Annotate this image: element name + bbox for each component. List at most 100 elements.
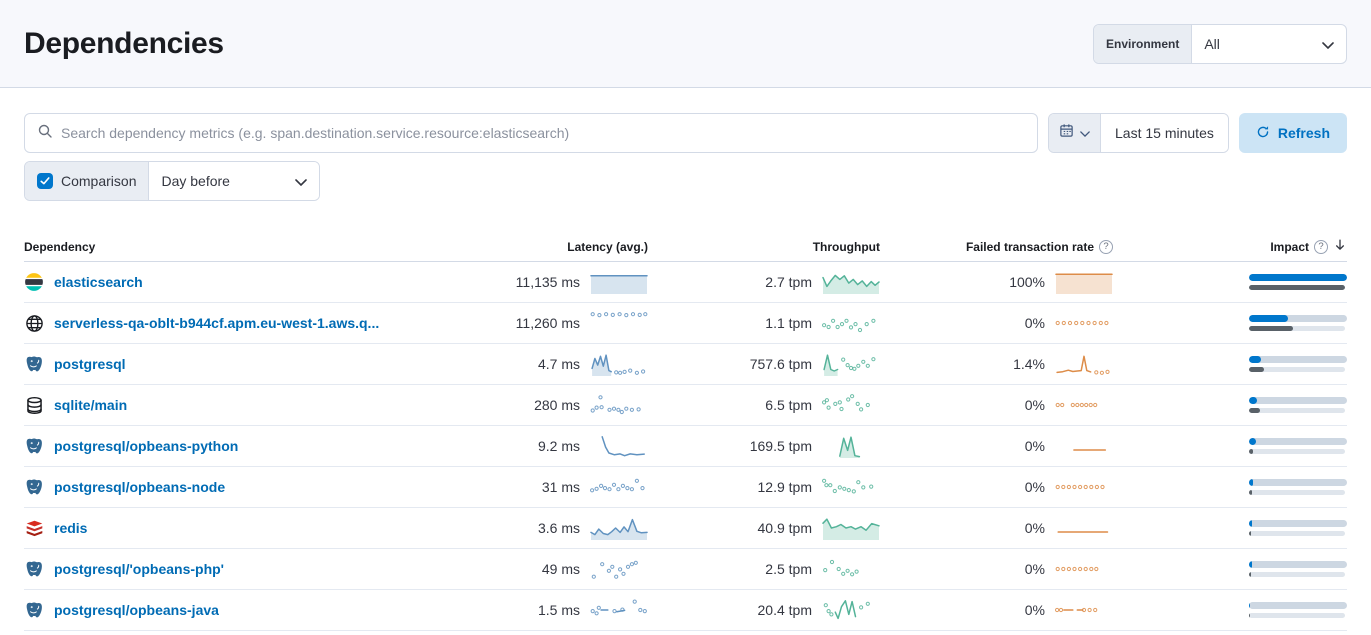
failed-rate-value: 0% [1025,397,1045,413]
search-input[interactable] [61,125,1025,141]
environment-filter-label: Environment [1094,25,1192,63]
impact-bar-current-fill [1249,602,1250,609]
failed-rate-sparkline [1055,310,1113,336]
time-range-value[interactable]: Last 15 minutes [1101,114,1228,152]
latency-cell: 4.7 ms [478,351,648,377]
failed-rate-value: 0% [1025,315,1045,331]
dependency-link[interactable]: postgresql [54,356,126,372]
impact-bar-current [1249,479,1347,486]
latency-sparkline [590,310,648,336]
throughput-value: 6.5 tpm [765,397,812,413]
comparison-selected-value: Day before [161,173,229,189]
impact-bars [1249,438,1347,454]
latency-cell: 31 ms [478,474,648,500]
dependency-cell: postgresql/opbeans-node [24,477,478,497]
time-quick-select[interactable] [1049,114,1101,152]
impact-bars [1249,274,1347,290]
refresh-label: Refresh [1278,125,1330,141]
impact-bar-current-fill [1249,479,1253,486]
failed-rate-cell: 0% [880,597,1113,623]
failed-rate-sparkline [1055,392,1113,418]
impact-bars [1249,479,1347,495]
failed-rate-value: 0% [1025,561,1045,577]
table-row: postgresql/opbeans-java 1.5 ms 20.4 tpm … [24,590,1347,631]
throughput-cell: 1.1 tpm [648,310,880,336]
environment-select[interactable]: All [1192,25,1346,63]
dependency-cell: postgresql/opbeans-java [24,600,478,620]
impact-cell [1113,520,1347,536]
impact-cell [1113,315,1347,331]
throughput-sparkline [822,269,880,295]
impact-bars [1249,315,1347,331]
impact-bar-current [1249,397,1347,404]
impact-bar-previous-fill [1249,367,1264,372]
elasticsearch-icon [24,272,44,292]
throughput-cell: 40.9 tpm [648,515,880,541]
failed-rate-cell: 0% [880,515,1113,541]
dependency-cell: postgresql [24,354,478,374]
throughput-cell: 2.5 tpm [648,556,880,582]
throughput-cell: 757.6 tpm [648,351,880,377]
impact-bar-current [1249,356,1347,363]
throughput-sparkline [822,392,880,418]
comparison-row: Comparison Day before [0,153,1371,201]
failed-rate-value: 0% [1025,602,1045,618]
refresh-icon [1256,125,1270,142]
latency-sparkline [590,351,648,377]
failed-rate-value: 0% [1025,479,1045,495]
column-header-impact[interactable]: Impact [1113,238,1347,255]
dependency-cell: postgresql/opbeans-python [24,436,478,456]
dependency-link[interactable]: postgresql/opbeans-python [54,438,238,454]
calendar-icon [1059,123,1074,143]
dependency-link[interactable]: postgresql/opbeans-java [54,602,219,618]
comparison-prefix: Comparison [25,162,149,200]
comparison-select[interactable]: Day before [149,162,319,200]
toolbar: Last 15 minutes Refresh [0,88,1371,153]
dependency-cell: serverless-qa-oblt-b944cf.apm.eu-west-1.… [24,313,478,333]
failed-rate-value: 0% [1025,520,1045,536]
dependency-link[interactable]: elasticsearch [54,274,143,290]
question-in-circle-icon [1099,240,1113,254]
throughput-sparkline [822,310,880,336]
impact-cell [1113,274,1347,290]
latency-sparkline [590,392,648,418]
impact-cell [1113,479,1347,495]
latency-value: 1.5 ms [538,602,580,618]
table-row: postgresql/opbeans-node 31 ms 12.9 tpm 0… [24,467,1347,508]
failed-rate-value: 1.4% [1013,356,1045,372]
latency-value: 31 ms [542,479,580,495]
impact-bar-current-fill [1249,315,1288,322]
latency-value: 11,135 ms [516,274,580,290]
failed-rate-cell: 100% [880,269,1113,295]
refresh-button[interactable]: Refresh [1239,113,1347,153]
dependencies-table: Dependency Latency (avg.) Throughput Fai… [0,232,1371,631]
impact-cell [1113,602,1347,618]
column-header-latency[interactable]: Latency (avg.) [478,240,648,254]
comparison-checkbox[interactable] [37,173,53,189]
column-header-failed-rate[interactable]: Failed transaction rate [880,240,1113,254]
dependency-link[interactable]: sqlite/main [54,397,127,413]
impact-bar-current [1249,315,1347,322]
failed-rate-sparkline [1055,556,1113,582]
latency-cell: 3.6 ms [478,515,648,541]
latency-cell: 9.2 ms [478,433,648,459]
latency-value: 9.2 ms [538,438,580,454]
dependency-link[interactable]: serverless-qa-oblt-b944cf.apm.eu-west-1.… [54,315,379,331]
impact-bar-previous [1249,572,1345,577]
failed-rate-value: 0% [1025,438,1045,454]
table-row: elasticsearch 11,135 ms 2.7 tpm 100% [24,262,1347,303]
dependency-link[interactable]: postgresql/opbeans-node [54,479,225,495]
impact-bar-previous-fill [1249,449,1253,454]
dependency-link[interactable]: redis [54,520,87,536]
failed-rate-sparkline [1055,269,1113,295]
throughput-value: 2.5 tpm [765,561,812,577]
impact-bar-previous [1249,367,1345,372]
dependency-cell: redis [24,518,478,538]
throughput-cell: 20.4 tpm [648,597,880,623]
database-icon [24,395,44,415]
impact-bars [1249,602,1347,618]
postgresql-icon [24,436,44,456]
column-header-throughput[interactable]: Throughput [648,240,880,254]
dependency-link[interactable]: postgresql/'opbeans-php' [54,561,224,577]
dependencies-page: Dependencies Environment All [0,0,1371,635]
